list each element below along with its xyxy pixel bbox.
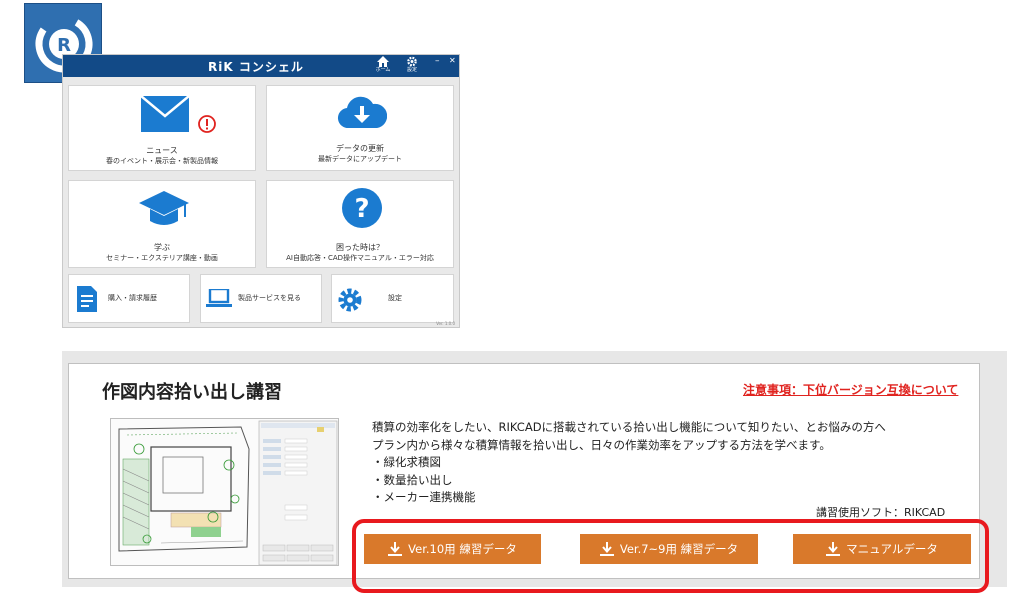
cloud-download-icon — [338, 96, 387, 129]
lecture-title: 作図内容拾い出し講習 — [102, 382, 282, 403]
tile-news-title: ニュース — [146, 146, 178, 155]
tile-purchase-history-label: 購入・請求履歴 — [108, 294, 157, 302]
settings-button[interactable]: 設定 — [400, 56, 424, 76]
download-ver10-button[interactable]: Ver.10用 練習データ — [364, 534, 541, 564]
description-line: 積算の効率化をしたい、RIKCADに搭載されている拾い出し機能について知りたい、… — [372, 420, 886, 434]
app-window: RiK コンシェル ホーム 設定 – ✕ ニュース 春のイベント・展示会・新製品… — [62, 54, 460, 328]
gear-icon — [407, 56, 417, 67]
description-bullet: ・緑化求積図 — [372, 455, 441, 469]
tile-purchase-history[interactable]: 購入・請求履歴 — [68, 274, 190, 323]
cad-screenshot-thumbnail — [110, 418, 339, 566]
tile-settings-label: 設定 — [388, 294, 402, 302]
document-icon — [77, 286, 97, 312]
tile-learn-title: 学ぶ — [154, 243, 170, 252]
download-ver7-9-label: Ver.7~9用 練習データ — [619, 542, 739, 556]
graduation-cap-icon — [139, 191, 189, 225]
home-button[interactable]: ホーム — [371, 56, 395, 76]
tile-learn-subtitle: セミナー・エクステリア講座・動画 — [106, 254, 218, 262]
svg-text:?: ? — [354, 194, 369, 224]
compatibility-notice-link[interactable]: 注意事項：下位バージョン互換について — [743, 381, 958, 398]
svg-text:R: R — [57, 35, 71, 56]
download-manual-label: マニュアルデータ — [846, 542, 938, 556]
tile-learn[interactable]: 学ぶ セミナー・エクステリア講座・動画 — [68, 180, 256, 268]
home-label: ホーム — [375, 67, 391, 73]
download-ver7-9-button[interactable]: Ver.7~9用 練習データ — [580, 534, 758, 564]
settings-label: 設定 — [406, 67, 417, 73]
tile-products-label: 製品サービスを見る — [238, 294, 301, 302]
tile-products[interactable]: 製品サービスを見る — [200, 274, 322, 323]
tile-data-update[interactable]: データの更新 最新データにアップデート — [266, 85, 454, 171]
lecture-description: 積算の効率化をしたい、RIKCADに搭載されている拾い出し機能について知りたい、… — [372, 419, 886, 507]
tile-settings[interactable]: 設定 — [331, 274, 454, 323]
laptop-icon — [206, 289, 232, 307]
home-icon — [377, 56, 389, 67]
download-icon — [388, 542, 403, 556]
title-bar: RiK コンシェル ホーム 設定 – ✕ — [63, 55, 459, 77]
download-manual-button[interactable]: マニュアルデータ — [793, 534, 971, 564]
tile-data-update-title: データの更新 — [336, 144, 384, 153]
software-label: 講習使用ソフト：RIKCAD — [816, 506, 946, 519]
app-title: RiK コンシェル — [208, 60, 304, 74]
description-line: プラン内から様々な積算情報を拾い出し、日々の作業効率をアップする方法を学べます。 — [372, 437, 831, 452]
download-icon — [599, 542, 614, 556]
description-bullet: ・数量拾い出し — [372, 472, 453, 487]
tile-news[interactable]: ニュース 春のイベント・展示会・新製品情報 — [68, 85, 256, 171]
tile-help-subtitle: AI自動応答・CAD操作マニュアル・エラー対応 — [286, 254, 434, 262]
gear-icon — [338, 288, 362, 312]
tile-help-title: 困った時は？ — [336, 243, 384, 252]
alert-icon — [198, 115, 216, 133]
download-icon — [826, 542, 841, 556]
mail-icon — [141, 96, 190, 132]
tile-help[interactable]: ? 困った時は？ AI自動応答・CAD操作マニュアル・エラー対応 — [266, 180, 454, 268]
question-icon: ? — [342, 188, 382, 228]
tile-news-subtitle: 春のイベント・展示会・新製品情報 — [106, 157, 218, 165]
description-bullet: ・メーカー連携機能 — [372, 490, 476, 504]
version-label: Ver. 1.0.0 — [436, 321, 455, 326]
close-button[interactable]: ✕ — [449, 57, 457, 65]
minimize-button[interactable]: – — [435, 57, 443, 66]
download-ver10-label: Ver.10用 練習データ — [408, 542, 517, 556]
tile-data-update-subtitle: 最新データにアップデート — [318, 155, 402, 163]
